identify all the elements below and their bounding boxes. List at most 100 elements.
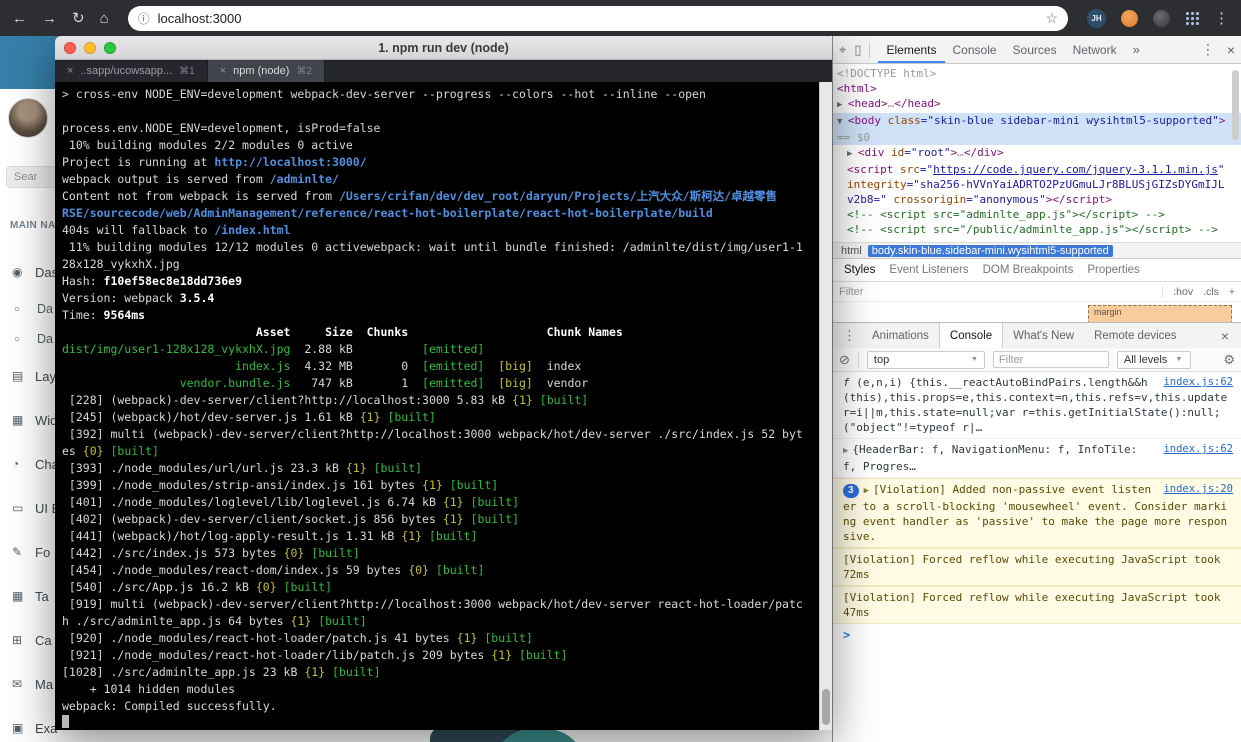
- styles-tab-properties[interactable]: Properties: [1080, 264, 1146, 276]
- tab-console[interactable]: Console: [945, 36, 1005, 63]
- sidebar-item-tables[interactable]: ▦ Ta: [0, 574, 62, 618]
- elements-scrollbar[interactable]: [1232, 70, 1239, 140]
- tab-elements[interactable]: Elements: [878, 36, 944, 63]
- text-segment: [built]: [387, 410, 436, 424]
- styles-tab-dom-breakpoints[interactable]: DOM Breakpoints: [976, 264, 1081, 276]
- extension-icon-orange[interactable]: [1121, 9, 1138, 27]
- console-settings-icon[interactable]: ⚙: [1223, 352, 1235, 368]
- device-toolbar-icon[interactable]: ▯: [854, 42, 861, 58]
- tab-network[interactable]: Network: [1065, 36, 1125, 63]
- drawer-tab-remote-devices[interactable]: Remote devices: [1084, 323, 1186, 348]
- extension-icon-dark[interactable]: [1153, 9, 1170, 27]
- terminal-scrollbar-thumb[interactable]: [822, 689, 830, 725]
- console-message[interactable]: index.js:62 f (e,n,i) {this.__reactAutoBi…: [833, 372, 1241, 439]
- home-icon[interactable]: ⌂: [100, 10, 109, 27]
- dom-tree-line[interactable]: ▶ <head>…</head>: [833, 96, 1241, 113]
- sidebar-item-examples[interactable]: ▣ Exa: [0, 706, 62, 742]
- console-message[interactable]: [Violation] Forced reflow while executin…: [833, 586, 1241, 624]
- terminal-tab[interactable]: × ..sapp/ucowsapp... ⌘1: [55, 60, 208, 82]
- dom-tree-line[interactable]: <!DOCTYPE html>: [833, 66, 1241, 81]
- dom-tree-line[interactable]: ▶ <div id="root">…</div>: [833, 145, 1241, 162]
- console-source-link[interactable]: index.js:20: [1163, 482, 1233, 497]
- terminal-line: webpack: Compiled successfully.: [62, 698, 819, 715]
- toggle-element-state-button[interactable]: :hov: [1173, 286, 1193, 298]
- drawer-menu-icon[interactable]: ⋮: [837, 328, 862, 344]
- sidebar-item-forms[interactable]: ✎ Fo: [0, 530, 62, 574]
- dom-tree-line[interactable]: <!-- <script src="/public/adminlte_app.j…: [833, 222, 1241, 237]
- sidebar-search-input[interactable]: Sear: [6, 166, 60, 188]
- console-message[interactable]: [Violation] Forced reflow while executin…: [833, 548, 1241, 586]
- dom-tree-line[interactable]: <script src="https://code.jquery.com/jqu…: [833, 162, 1241, 207]
- new-style-rule-button[interactable]: +: [1229, 286, 1235, 298]
- page-info-icon[interactable]: ⓘ: [138, 10, 150, 27]
- sidebar-item-dashboard[interactable]: ◉ Das: [0, 250, 62, 294]
- terminal-line: + 1014 hidden modules: [62, 681, 819, 698]
- reload-icon[interactable]: ↻: [72, 9, 85, 27]
- breadcrumb-item[interactable]: html: [837, 245, 866, 257]
- text-segment: [884, 146, 891, 159]
- drawer-tab-what-s-new[interactable]: What's New: [1003, 323, 1084, 348]
- styles-filter-input[interactable]: [839, 285, 989, 298]
- minimize-window-icon[interactable]: [84, 42, 96, 54]
- forward-icon[interactable]: →: [42, 10, 57, 27]
- sidebar-item-charts[interactable]: ◔ Cha: [0, 442, 62, 486]
- dom-tree-line[interactable]: ▼ <body class="skin-blue sidebar-mini wy…: [833, 113, 1241, 145]
- sidebar-item-ui-elements[interactable]: ▭ UI E: [0, 486, 62, 530]
- bookmark-star-icon[interactable]: ☆: [1045, 10, 1058, 27]
- address-bar[interactable]: ⓘ localhost:3000 ☆: [127, 5, 1068, 31]
- element-classes-button[interactable]: .cls: [1203, 286, 1219, 298]
- dom-tree-line[interactable]: <html>: [833, 81, 1241, 96]
- expand-arrow-icon[interactable]: ▶: [864, 486, 869, 496]
- sidebar-item-dashboard-v1[interactable]: ○ Da: [0, 294, 62, 324]
- console-message[interactable]: index.js:62 ▶ {HeaderBar: f, NavigationMen…: [833, 439, 1241, 478]
- terminal-scrollbar[interactable]: [819, 82, 832, 730]
- console-message[interactable]: index.js:20 3 ▶ [Violation] Added non-passi…: [833, 478, 1241, 548]
- close-window-icon[interactable]: [64, 42, 76, 54]
- terminal-line: [1028] ./src/adminlte_app.js 23 kB {1} […: [62, 664, 819, 681]
- back-icon[interactable]: ←: [12, 10, 27, 27]
- sidebar-item-calendar[interactable]: ⊞ Ca: [0, 618, 62, 662]
- terminal-cursor: [62, 715, 69, 728]
- sidebar-item-dashboard-v2[interactable]: ○ Da: [0, 324, 62, 354]
- profile-avatar[interactable]: JH: [1087, 8, 1106, 28]
- terminal-line: [401] ./node_modules/loglevel/lib/loglev…: [62, 494, 819, 511]
- console-filter-input[interactable]: [992, 351, 1109, 368]
- console-source-link[interactable]: index.js:62: [1163, 375, 1233, 390]
- clear-console-icon[interactable]: ⊘: [839, 352, 850, 368]
- console-prompt[interactable]: >: [833, 624, 1241, 647]
- terminal-body[interactable]: > cross-env NODE_ENV=development webpack…: [55, 82, 819, 730]
- inspect-element-icon[interactable]: ⌖: [839, 42, 846, 58]
- text-segment: [484, 376, 498, 390]
- terminal-line: Time: 9564ms: [62, 307, 819, 324]
- zoom-window-icon[interactable]: [104, 42, 116, 54]
- devtools-menu-icon[interactable]: ⋮: [1201, 41, 1215, 58]
- more-panels-icon[interactable]: »: [1133, 42, 1140, 57]
- text-segment: {1}: [401, 529, 423, 543]
- dom-tree-line[interactable]: <!-- <script src="adminlte_app.js"></scr…: [833, 207, 1241, 222]
- drawer-close-icon[interactable]: ×: [1213, 328, 1237, 344]
- browser-menu-icon[interactable]: ⋮: [1214, 9, 1229, 27]
- log-level-selector[interactable]: All levels ▼: [1116, 350, 1191, 369]
- styles-tab-event-listeners[interactable]: Event Listeners: [882, 264, 975, 276]
- sidebar-item-mailbox[interactable]: ✉ Ma: [0, 662, 62, 706]
- expand-arrow-icon[interactable]: ▶: [843, 446, 848, 456]
- terminal-titlebar[interactable]: 1. npm run dev (node): [55, 36, 832, 60]
- sidebar-item-widgets[interactable]: ▦ Wid: [0, 398, 62, 442]
- drawer-tab-animations[interactable]: Animations: [862, 323, 939, 348]
- sidebar-item-layout[interactable]: ▤ Lay: [0, 354, 62, 398]
- devtools-close-icon[interactable]: ×: [1227, 42, 1235, 58]
- tab-close-icon[interactable]: ×: [220, 65, 226, 77]
- console-source-link[interactable]: index.js:62: [1163, 442, 1233, 457]
- box-model-margin[interactable]: margin: [1088, 305, 1232, 322]
- tab-close-icon[interactable]: ×: [67, 65, 73, 77]
- adminlte-logo[interactable]: [0, 36, 62, 89]
- breadcrumb-item[interactable]: body.skin-blue.sidebar-mini.wysihtml5-su…: [867, 244, 1113, 257]
- terminal-tab[interactable]: × npm (node) ⌘2: [207, 60, 325, 82]
- execution-context-selector[interactable]: top ▼: [866, 350, 985, 369]
- chevron-down-icon: ▼: [1175, 356, 1183, 363]
- styles-tab-styles[interactable]: Styles: [837, 264, 882, 276]
- terminal-line: > cross-env NODE_ENV=development webpack…: [62, 86, 819, 103]
- tab-sources[interactable]: Sources: [1005, 36, 1065, 63]
- apps-grid-icon[interactable]: [1185, 11, 1199, 25]
- drawer-tab-console[interactable]: Console: [938, 323, 1004, 348]
